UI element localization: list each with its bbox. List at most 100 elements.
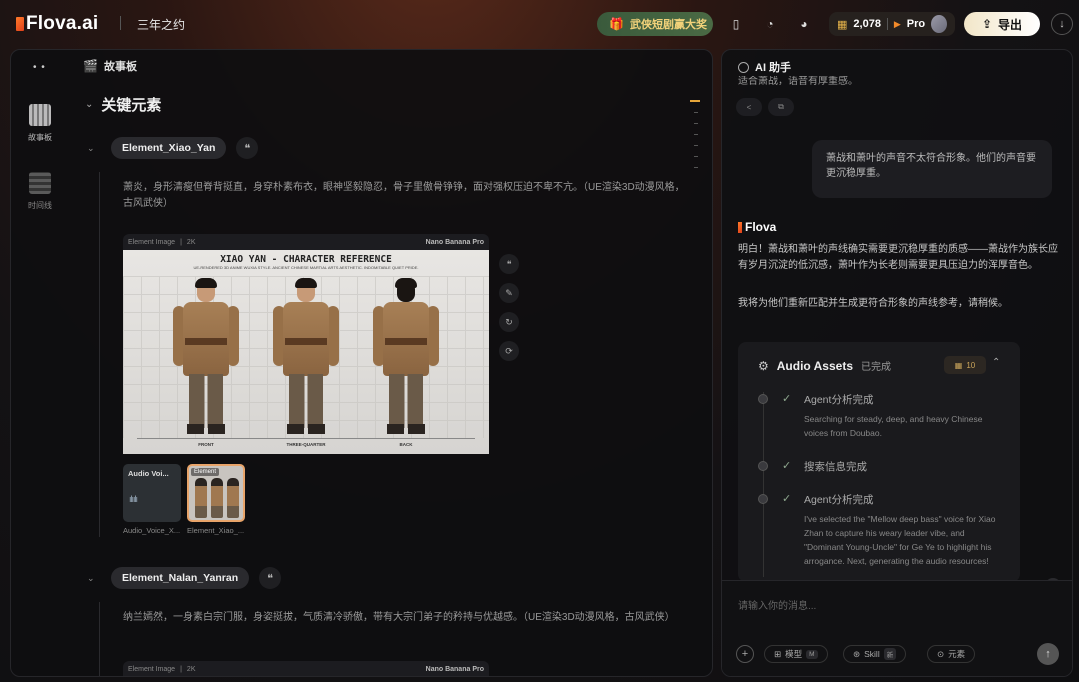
credits-coin-icon: ▦ xyxy=(954,360,963,370)
assistant-header: AI 助手 xyxy=(738,59,791,75)
user-message: 萧战和萧叶的声音不太符合形象。他们的声音要更沉稳厚重。 xyxy=(812,140,1052,198)
element-image-card[interactable]: Element Image | 2K Nano Banana Pro XIAO … xyxy=(123,234,489,454)
reference-title: XIAO YAN - CHARACTER REFERENCE xyxy=(220,254,392,265)
thumb-label: Audio Voi... xyxy=(128,469,169,478)
flova-mark-icon xyxy=(738,221,742,233)
assets-header: ⚙ Audio Assets 已完成 xyxy=(758,358,891,374)
element-description: 萧炎，身形清瘦但脊背挺直，身穿朴素布衣，眼神坚毅隐忍，骨子里傲骨铮铮，面对强权压… xyxy=(123,182,685,209)
image-resolution: 2K xyxy=(186,665,196,673)
view-label: THREE-QUARTER xyxy=(286,442,326,447)
chip-badge: 新 xyxy=(883,648,897,660)
character-figure-front xyxy=(171,278,241,438)
promo-button[interactable]: 🎁 武侠短剧赢大奖 xyxy=(597,12,713,36)
board-title: 🎬 故事板 xyxy=(83,58,137,74)
copy-icon[interactable]: ⧉ xyxy=(768,98,794,116)
thumb-box-selected: Element xyxy=(187,464,245,522)
element-body-rail xyxy=(99,602,100,676)
bot-reply: 明白！萧战和萧叶的声线确实需要更沉稳厚重的质感——萧战作为族长应有岁月沉淀的低沉… xyxy=(738,244,1058,271)
quote-icon[interactable]: ❝ xyxy=(259,567,282,589)
chevron-down-icon[interactable]: ⌄ xyxy=(87,573,101,584)
refresh-icon[interactable]: ↻ xyxy=(499,312,519,332)
check-icon: ✓ xyxy=(782,493,792,505)
promo-label: 武侠短剧赢大奖 xyxy=(629,19,707,31)
credits-box[interactable]: ▦ 2,078 ▶ Pro xyxy=(829,12,955,36)
key-elements-header[interactable]: ⌄ 关键元素 xyxy=(85,94,161,115)
steps-timeline xyxy=(763,392,764,577)
element-chip[interactable]: ⊙ 元素 xyxy=(927,645,976,663)
scroll-indicator[interactable] xyxy=(690,100,700,168)
assistant-icon xyxy=(738,61,749,73)
credits-count: 2,078 xyxy=(853,18,881,30)
image-resolution: 2K xyxy=(186,238,196,246)
element-icon: ⊙ xyxy=(937,648,945,659)
character-reference-image[interactable]: XIAO YAN - CHARACTER REFERENCE UE-RENDER… xyxy=(123,250,489,454)
discord-icon[interactable]: ◕ xyxy=(792,12,816,36)
step-label: 搜索信息完成 xyxy=(804,461,867,473)
element-name-pill[interactable]: Element_Nalan_Yanran xyxy=(111,567,250,589)
quote-icon[interactable]: ❝ xyxy=(236,137,259,159)
pro-play-icon: ▶ xyxy=(893,18,901,29)
assets-title: Audio Assets xyxy=(776,358,854,373)
sidebar-item-label: 故事板 xyxy=(28,133,52,142)
skill-chip[interactable]: ⊛ Skill 新 xyxy=(843,645,907,663)
quote-icon[interactable]: ❝ xyxy=(499,254,519,274)
thumb-element-image[interactable]: Element Element_Xiao_... xyxy=(187,464,245,535)
thumb-audio-voice[interactable]: Audio Voi... ılıılı Audio_Voice_X... xyxy=(123,464,181,535)
chevron-up-icon[interactable]: ⌃ xyxy=(992,357,1000,368)
export-label: 导出 xyxy=(998,17,1023,32)
export-button[interactable]: ⇪ 导出 xyxy=(964,12,1040,36)
chevron-down-icon[interactable]: ⌄ xyxy=(87,143,101,154)
step-label: Agent分析完成 xyxy=(804,394,874,406)
docs-book-icon[interactable]: ▯ xyxy=(724,12,748,36)
bot-name-text: Flova xyxy=(745,220,777,234)
sidebar-item-timeline[interactable]: 时间线 xyxy=(23,172,57,211)
reference-floor-line xyxy=(137,438,475,439)
previous-message-tail: 适合萧战，语音有厚重感。 xyxy=(738,76,858,87)
message-input[interactable]: 请输入你的消息... xyxy=(738,597,816,612)
step-dot xyxy=(758,494,768,504)
clapperboard-icon: 🎬 xyxy=(83,59,98,73)
audio-assets-icon: ⚙ xyxy=(758,358,769,373)
bot-name: Flova xyxy=(738,220,776,234)
image-kind: Element Image xyxy=(128,665,176,673)
chip-badge: M xyxy=(806,649,818,659)
edit-icon[interactable]: ✎ xyxy=(499,283,519,303)
model-chip[interactable]: ⊞ 模型 M xyxy=(764,645,828,663)
assets-cost-value: 10 xyxy=(966,360,976,370)
download-icon[interactable]: ↓ xyxy=(1051,13,1073,35)
element-description: 纳兰嫣然，一身素白宗门服，身姿挺拔，气质清冷骄傲，带有大宗门弟子的矜持与优越感。… xyxy=(123,612,675,623)
check-icon: ✓ xyxy=(782,393,792,405)
meta-separator: | xyxy=(180,665,182,673)
chip-label: Skill xyxy=(864,649,880,659)
thumb-box: Audio Voi... ılıılı xyxy=(123,464,181,522)
share-icon[interactable]: < xyxy=(736,98,762,116)
credits-separator xyxy=(886,18,888,30)
meta-separator: | xyxy=(180,238,182,246)
assets-cost: ▦ 10 xyxy=(944,356,986,374)
project-name[interactable]: 三年之约 xyxy=(137,16,185,33)
audio-wave-icon: ılıılı xyxy=(129,494,138,504)
skill-icon: ⊛ xyxy=(853,648,861,659)
asset-thumbnails: Audio Voi... ılıılı Audio_Voice_X... Ele… xyxy=(123,464,245,535)
chat-scroll-area[interactable]: 适合萧战，语音有厚重感。 < ⧉ 萧战和萧叶的声音不太符合形象。他们的声音要更沉… xyxy=(722,76,1072,580)
flova-logo[interactable]: Flova.ai xyxy=(16,13,98,35)
step-label: Agent分析完成 xyxy=(804,494,874,506)
sidebar-item-label: 时间线 xyxy=(28,201,52,210)
sidebar-item-storyboard[interactable]: 故事板 xyxy=(23,104,57,143)
wechat-icon[interactable]: ◔ xyxy=(758,12,782,36)
send-button[interactable]: ↑ xyxy=(1037,643,1059,665)
step-dot xyxy=(758,461,768,471)
element-body-rail xyxy=(99,172,100,537)
chip-label: 元素 xyxy=(948,649,966,659)
thumb-caption: Element_Xiao_... xyxy=(187,526,245,535)
element-name-pill[interactable]: Element_Xiao_Yan xyxy=(111,137,227,159)
element-header-nalan-yanran: ⌄ Element_Nalan_Yanran ❝ xyxy=(87,567,282,589)
user-avatar[interactable] xyxy=(931,15,947,33)
element-image-card[interactable]: Element Image | 2K Nano Banana Pro xyxy=(123,661,489,676)
bot-reply: 我将为他们重新匹配并生成更符合形象的声线参考，请稍候。 xyxy=(738,298,1008,309)
audio-assets-card[interactable]: ⚙ Audio Assets 已完成 ▦ 10 ⌃ ✓ Agent分析完成 Se… xyxy=(738,342,1020,580)
character-figure-three-quarter xyxy=(271,278,341,438)
more-dots-icon[interactable]: • • xyxy=(33,62,46,73)
regenerate-icon[interactable]: ⟳ xyxy=(499,341,519,361)
add-attachment-icon[interactable]: + xyxy=(736,645,754,663)
